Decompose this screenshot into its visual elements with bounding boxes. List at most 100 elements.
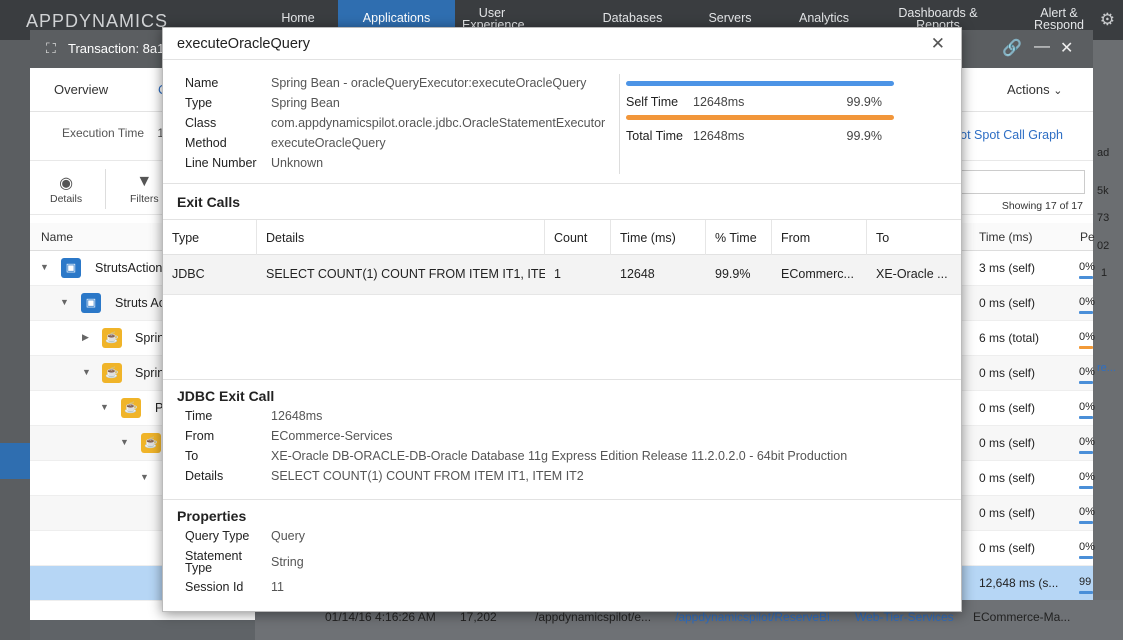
info-key: Name bbox=[185, 76, 219, 90]
row-time: 0 ms (self) bbox=[979, 401, 1036, 415]
exit-calls-section: Exit Calls bbox=[163, 183, 961, 219]
expand-triangle-icon[interactable]: ▼ bbox=[100, 402, 109, 412]
expand-triangle-icon[interactable]: ▼ bbox=[60, 297, 69, 307]
info-value: Unknown bbox=[271, 156, 324, 170]
expand-triangle-icon[interactable]: ▼ bbox=[140, 472, 149, 482]
spring-bean-icon: ☕ bbox=[121, 398, 141, 418]
exit-call-row[interactable]: JDBC SELECT COUNT(1) COUNT FROM ITEM IT1… bbox=[163, 255, 961, 295]
row-percent: 0% bbox=[1079, 261, 1095, 273]
jdbc-value: ECommerce-Services bbox=[271, 429, 393, 443]
row-time: 0 ms (self) bbox=[979, 436, 1036, 450]
prop-value: String bbox=[271, 555, 304, 569]
actions-menu[interactable]: Actions ⌄ bbox=[1007, 82, 1062, 97]
row-time: 0 ms (self) bbox=[979, 366, 1036, 380]
edge-label: 73 bbox=[1097, 212, 1110, 224]
link-icon[interactable]: 🔗 bbox=[1002, 38, 1022, 58]
row-percent: 0% bbox=[1079, 541, 1095, 553]
minimize-icon[interactable]: — bbox=[1034, 38, 1050, 56]
actions-label: Actions bbox=[1007, 82, 1050, 97]
filters-tool[interactable]: ▼ Filters bbox=[130, 173, 159, 205]
row-time: 6 ms (total) bbox=[979, 331, 1040, 345]
edge-label: ad bbox=[1097, 147, 1110, 159]
row-percent-bar bbox=[1079, 311, 1093, 314]
expand-triangle-icon[interactable]: ▼ bbox=[120, 437, 129, 447]
right-edge-labels: ad 5k 73 02 1 re... bbox=[1097, 100, 1119, 430]
left-rail-selected[interactable] bbox=[0, 443, 30, 479]
spring-bean-icon: ☕ bbox=[141, 433, 161, 453]
col-details[interactable]: Details bbox=[257, 220, 545, 256]
expand-triangle-icon[interactable]: ▼ bbox=[40, 262, 49, 272]
row-percent: 0% bbox=[1079, 331, 1095, 343]
exit-call-count: 1 bbox=[554, 267, 561, 281]
prop-value: 11 bbox=[271, 580, 284, 594]
details-tool[interactable]: ◉ Details bbox=[50, 173, 82, 205]
call-graph-search-input[interactable] bbox=[955, 170, 1085, 194]
col-type[interactable]: Type bbox=[163, 220, 257, 256]
col-name[interactable]: Name bbox=[41, 230, 73, 244]
total-time-metric: Total Time 12648ms 99.9% bbox=[626, 115, 896, 153]
gear-icon[interactable]: ⚙ bbox=[1100, 10, 1115, 30]
prop-key: Statement Type bbox=[185, 549, 242, 575]
chevron-down-icon: ⌄ bbox=[1053, 85, 1063, 97]
col-pe[interactable]: Pe bbox=[1080, 230, 1095, 244]
col-count[interactable]: Count bbox=[545, 220, 611, 256]
self-time-bar bbox=[626, 81, 894, 86]
info-key: Method bbox=[185, 136, 227, 150]
jdbc-value: 12648ms bbox=[271, 409, 323, 423]
left-rail bbox=[0, 40, 30, 640]
window-close-icon[interactable]: ✕ bbox=[1060, 38, 1073, 58]
exit-call-percent: 99.9% bbox=[715, 267, 751, 281]
bottom-b[interactable]: /appdynamicspilot/ReserveBi... bbox=[675, 610, 840, 624]
dialog-titlebar: executeOracleQuery ✕ bbox=[163, 28, 961, 60]
total-time-bar bbox=[626, 115, 894, 120]
row-name: Sprin bbox=[135, 366, 165, 380]
jdbc-heading: JDBC Exit Call bbox=[177, 388, 275, 404]
total-time-percent: 99.9% bbox=[846, 129, 882, 143]
row-time: 0 ms (self) bbox=[979, 296, 1036, 310]
col-percent-time[interactable]: % Time bbox=[706, 220, 772, 256]
info-divider bbox=[619, 74, 620, 174]
exit-call-to: XE-Oracle ... bbox=[876, 267, 948, 281]
row-percent-bar bbox=[1079, 486, 1093, 489]
close-icon[interactable]: ✕ bbox=[931, 34, 945, 54]
col-time-ms[interactable]: Time (ms) bbox=[611, 220, 706, 256]
jdbc-key: From bbox=[185, 429, 215, 443]
properties-heading: Properties bbox=[177, 508, 247, 524]
edge-label[interactable]: re... bbox=[1097, 362, 1116, 374]
spring-bean-icon: ☕ bbox=[102, 363, 122, 383]
row-percent-bar bbox=[1079, 591, 1093, 594]
spring-bean-icon: ☕ bbox=[102, 328, 122, 348]
prop-key: Session Id bbox=[185, 580, 244, 594]
info-value: com.appdynamicspilot.oracle.jdbc.OracleS… bbox=[271, 116, 606, 130]
jdbc-value: SELECT COUNT(1) COUNT FROM ITEM IT1, ITE… bbox=[271, 469, 584, 483]
total-time-label: Total Time bbox=[626, 129, 683, 143]
bottom-c[interactable]: Web-Tier-Services bbox=[855, 610, 954, 624]
self-time-percent: 99.9% bbox=[846, 95, 882, 109]
tab-overview[interactable]: Overview bbox=[54, 82, 108, 97]
bottom-date: 01/14/16 4:16:26 AM bbox=[325, 610, 436, 624]
info-value: executeOracleQuery bbox=[271, 136, 386, 150]
info-key: Type bbox=[185, 96, 213, 110]
hot-spot-call-graph-link[interactable]: ot Spot Call Graph bbox=[960, 128, 1063, 142]
transaction-title: Transaction: 8a1 bbox=[68, 41, 165, 56]
bottom-num: 17,202 bbox=[460, 610, 497, 624]
collapse-triangle-icon[interactable]: ▶ bbox=[82, 332, 89, 343]
expand-triangle-icon[interactable]: ▼ bbox=[82, 367, 91, 377]
row-time: 0 ms (self) bbox=[979, 541, 1036, 555]
edge-label: 1 bbox=[1101, 267, 1108, 279]
jdbc-key: Details bbox=[185, 469, 224, 483]
row-percent-bar bbox=[1079, 276, 1093, 279]
dialog-title: executeOracleQuery bbox=[177, 36, 310, 52]
col-from[interactable]: From bbox=[772, 220, 867, 256]
execution-time: Execution Time 1 bbox=[62, 126, 164, 140]
col-time[interactable]: Time (ms) bbox=[979, 230, 1033, 244]
edge-label: 02 bbox=[1097, 240, 1110, 252]
bottom-a: /appdynamicspilot/e... bbox=[535, 610, 652, 624]
self-time-metric: Self Time 12648ms 99.9% bbox=[626, 81, 896, 119]
bottom-d: ECommerce-Ma... bbox=[973, 610, 1071, 624]
jdbc-value: XE-Oracle DB-ORACLE-DB-Oracle Database 1… bbox=[271, 449, 848, 463]
col-to[interactable]: To bbox=[867, 220, 963, 256]
row-name: StrutsAction bbox=[95, 261, 163, 275]
row-percent: 0% bbox=[1079, 296, 1095, 308]
transaction-icon: ⛶ bbox=[46, 40, 56, 56]
